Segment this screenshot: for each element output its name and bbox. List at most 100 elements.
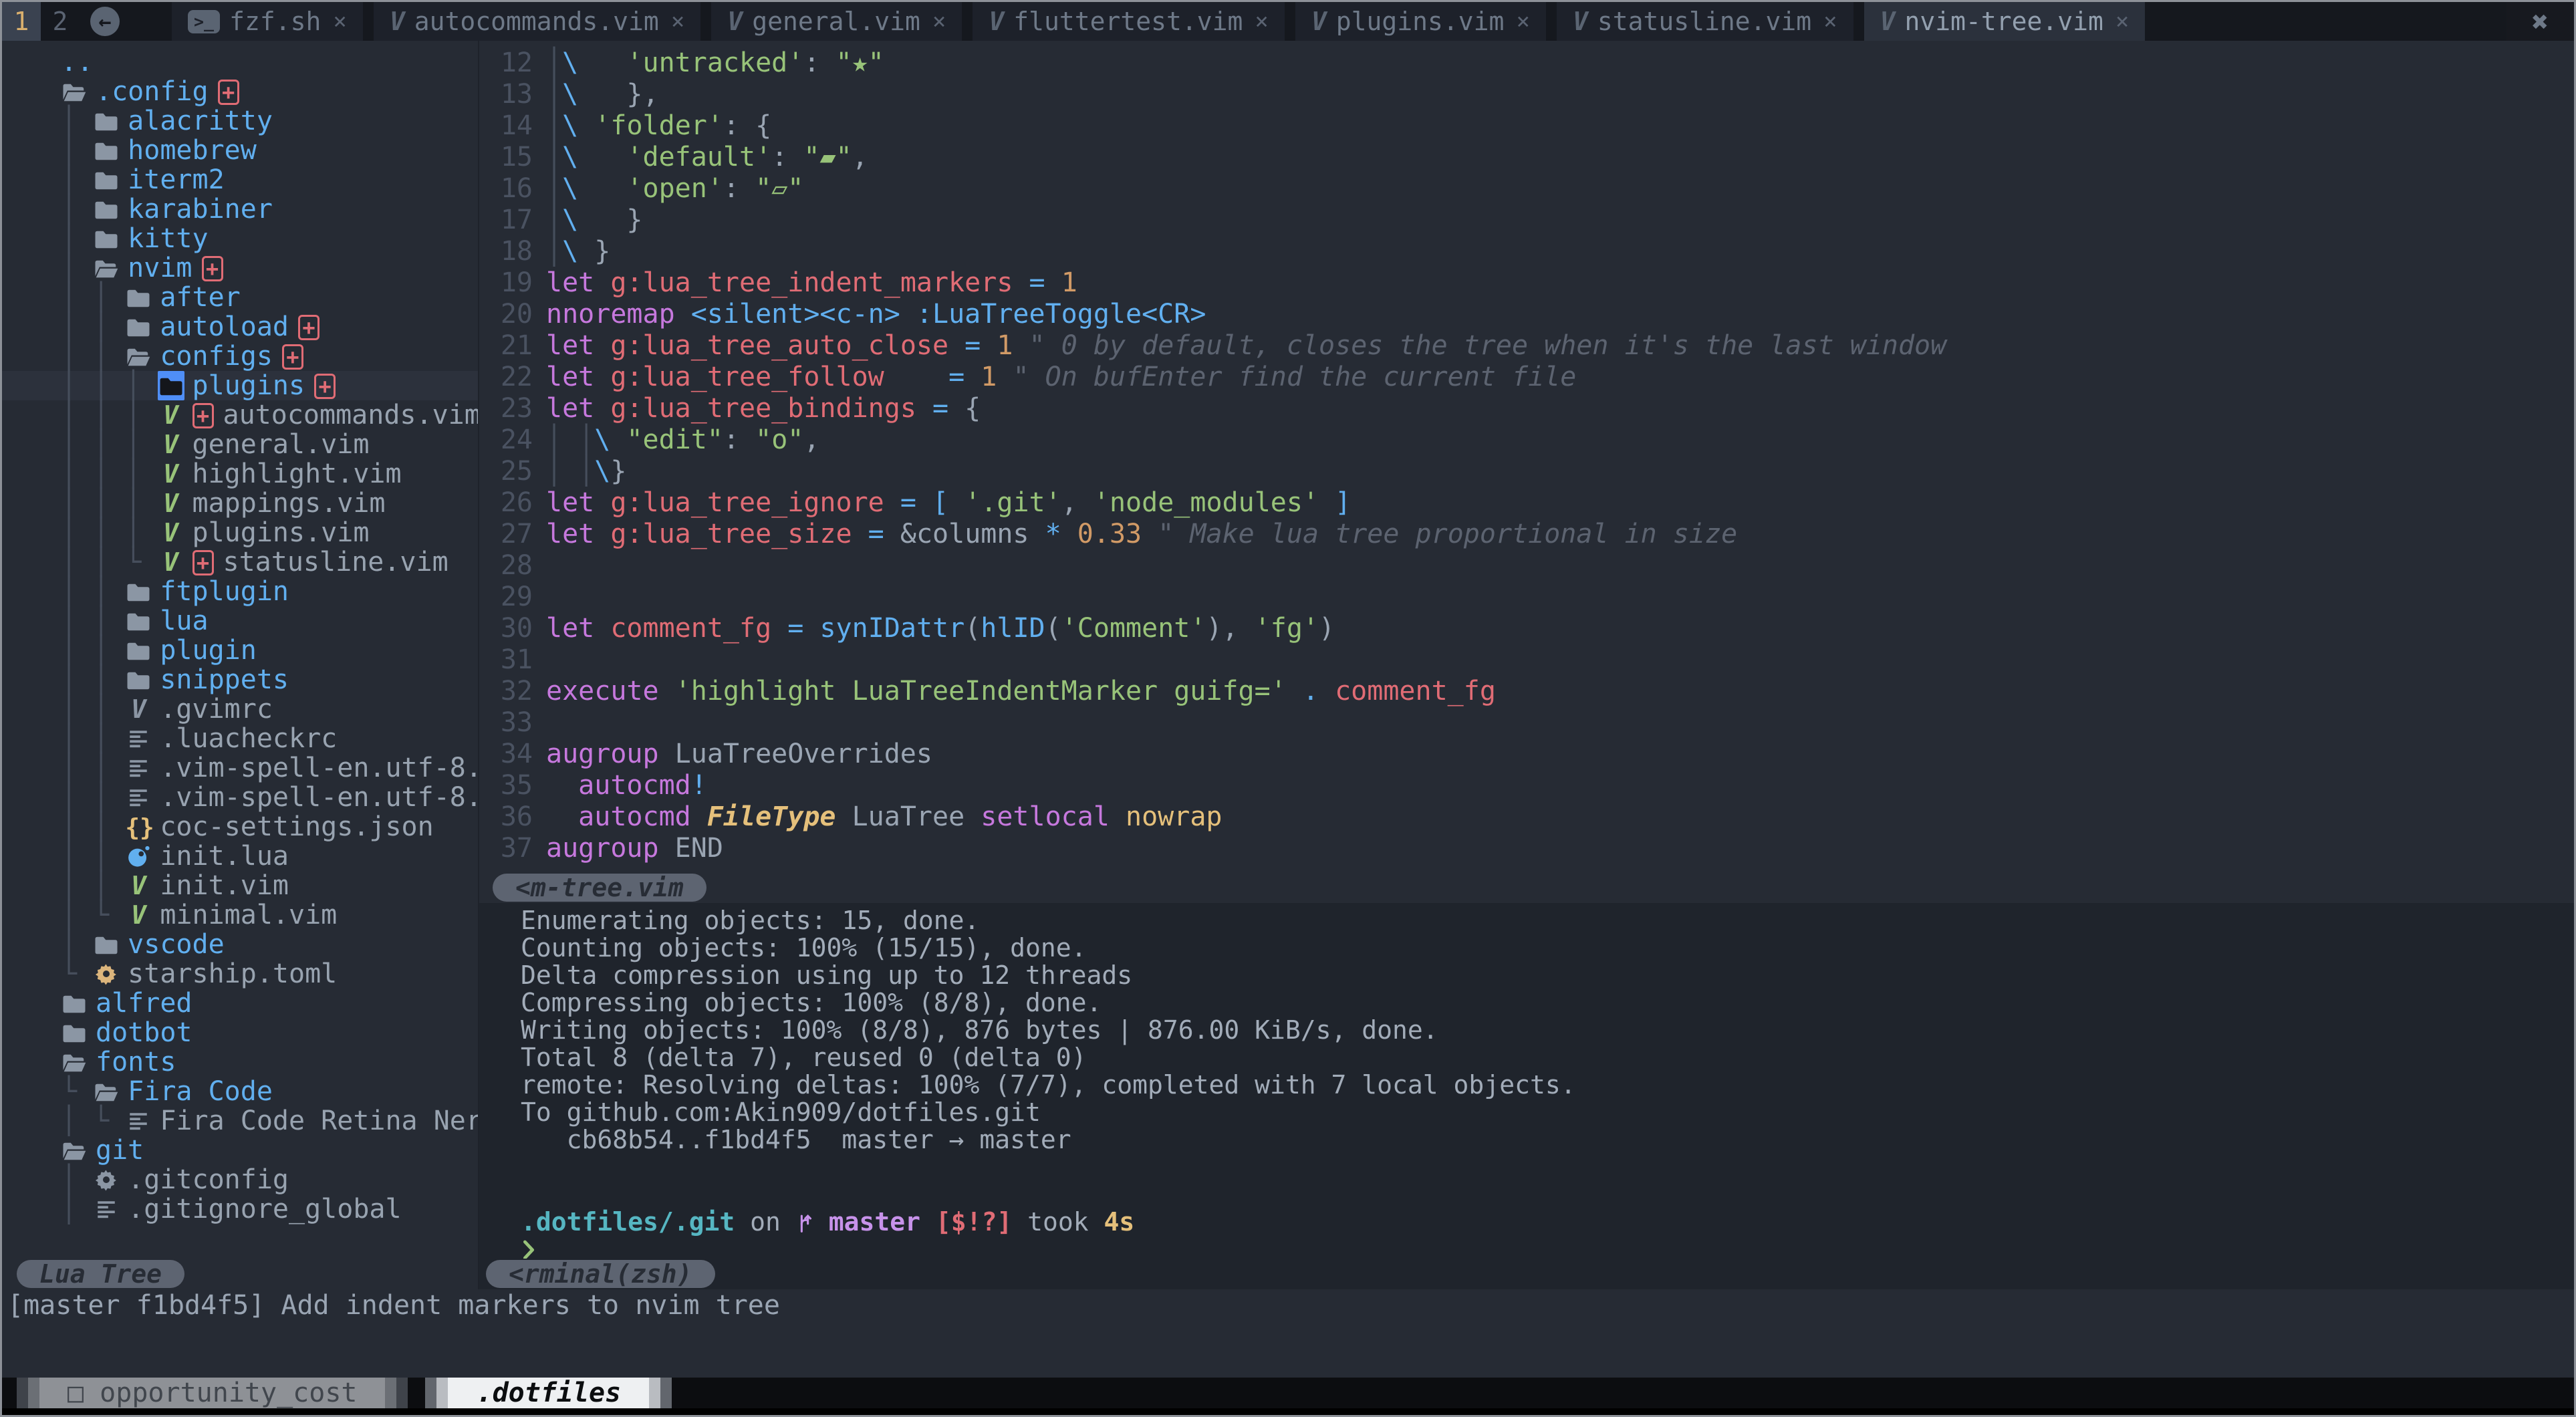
tree-item-homebrew[interactable]: │ homebrew <box>2 136 478 165</box>
tree-item-general.vim[interactable]: │ │ │ Vgeneral.vim <box>2 430 478 459</box>
tree-item-iterm2[interactable]: │ iterm2 <box>2 165 478 195</box>
tree-item-plugins[interactable]: │ │ │ plugins+ <box>2 371 478 400</box>
tree-item-alfred[interactable]: alfred <box>2 989 478 1018</box>
editor-column: 12│\ 'untracked': "★"13│\ },14│\ 'folder… <box>479 41 2574 1289</box>
editor-pane[interactable]: 12│\ 'untracked': "★"13│\ },14│\ 'folder… <box>479 41 2574 872</box>
tab-general.vim[interactable]: Vgeneral.vim× <box>711 2 962 41</box>
tree-statusline: Lua Tree <box>2 1259 478 1289</box>
tab-close-icon[interactable]: × <box>333 8 346 35</box>
indent-guide: │ <box>61 929 93 960</box>
tab-fluttertest.vim[interactable]: Vfluttertest.vim× <box>973 2 1285 41</box>
tree-item-coc-settings.json[interactable]: │ │ {}coc-settings.json <box>2 812 478 842</box>
tree-item-kitty[interactable]: │ kitty <box>2 224 478 253</box>
tab-close-icon[interactable]: × <box>1255 8 1268 35</box>
tree-item-ftplugin[interactable]: │ │ ftplugin <box>2 577 478 606</box>
tree-item-label: iterm2 <box>128 164 225 195</box>
tree-item-label: kitty <box>128 223 208 254</box>
tree-item-dotbot[interactable]: dotbot <box>2 1018 478 1047</box>
vim-file-icon: V <box>125 871 152 900</box>
tmux-status-bar: □ opportunity_cost .dotfiles <box>2 1378 2574 1408</box>
indent-guide: │ │ <box>61 753 125 783</box>
folder-cursor-icon <box>158 371 184 400</box>
folder-closed-icon <box>125 312 152 342</box>
terminal-line <box>521 1181 2574 1208</box>
tree-item-statusline.vim[interactable]: │ │ └ V+statusline.vim <box>2 547 478 577</box>
tab-autocommands.vim[interactable]: Vautocommands.vim× <box>374 2 700 41</box>
tree-item-lua[interactable]: │ │ lua <box>2 606 478 636</box>
folder-closed-icon <box>125 606 152 636</box>
tree-item-mappings.vim[interactable]: │ │ │ Vmappings.vim <box>2 489 478 518</box>
tree-item-.vim-spell-en.utf-8.[interactable]: │ │ .vim-spell-en.utf-8. <box>2 783 478 812</box>
tree-item-snippets[interactable]: │ │ snippets <box>2 665 478 694</box>
tab-close-icon[interactable]: × <box>1823 8 1837 35</box>
tree-item-nvim[interactable]: │ nvim+ <box>2 253 478 283</box>
tree-item-init.lua[interactable]: │ │ init.lua <box>2 842 478 871</box>
vim-icon: V <box>989 7 1004 36</box>
tree-item-.vim-spell-en.utf-8.[interactable]: │ │ .vim-spell-en.utf-8. <box>2 753 478 783</box>
tree-item-..[interactable]: .. <box>2 47 478 77</box>
indent-guide: │ │ <box>61 723 125 754</box>
code-line-34: 34augroup LuaTreeOverrides <box>479 739 2574 770</box>
back-arrow-icon[interactable]: ← <box>90 7 120 36</box>
git-changed-badge: + <box>218 80 239 105</box>
tree-item-.config[interactable]: .config+ <box>2 77 478 106</box>
tab-number-1[interactable]: 1 <box>2 2 41 41</box>
line-number: 26 <box>479 487 546 519</box>
json-icon: {} <box>125 812 152 843</box>
indent-guide: └ <box>61 1076 93 1107</box>
tab-close-icon[interactable]: × <box>671 8 684 35</box>
tree-item-karabiner[interactable]: │ karabiner <box>2 195 478 224</box>
tree-item-label: starship.toml <box>128 958 337 989</box>
tab-label: plugins.vim <box>1336 7 1505 36</box>
indent-guide: │ <box>61 194 93 225</box>
tab-label: autocommands.vim <box>414 7 659 36</box>
code-line-31: 31 <box>479 644 2574 676</box>
close-all-icon[interactable]: ✖ <box>2506 2 2574 41</box>
tree-item-fonts[interactable]: fonts <box>2 1047 478 1077</box>
tab-fzf.sh[interactable]: >_fzf.sh× <box>172 2 363 41</box>
tree-item-autoload[interactable]: │ │ autoload+ <box>2 312 478 342</box>
tab-label: statusline.vim <box>1597 7 1811 36</box>
code-line-20: 20nnoremap <silent><c-n> :LuaTreeToggle<… <box>479 299 2574 330</box>
tab-nvim-tree.vim[interactable]: Vnvim-tree.vim× <box>1864 2 2146 41</box>
tree-item-after[interactable]: │ │ after <box>2 283 478 312</box>
tree-item-init.vim[interactable]: │ │ Vinit.vim <box>2 871 478 900</box>
tab-close-icon[interactable]: × <box>1516 8 1529 35</box>
tmux-window-.dotfiles[interactable]: .dotfiles <box>425 1378 672 1408</box>
tab-statusline.vim[interactable]: Vstatusline.vim× <box>1557 2 1853 41</box>
code-line-24: 24│ │\ "edit": "o", <box>479 424 2574 456</box>
code-area: 12│\ 'untracked': "★"13│\ },14│\ 'folder… <box>479 47 2574 864</box>
indent-guide: │ │ <box>61 694 125 725</box>
tree-item-starship.toml[interactable]: └ starship.toml <box>2 959 478 989</box>
tmux-window--opportunity_cost[interactable]: □ opportunity_cost <box>17 1378 408 1408</box>
tree-item-.gitignore-global[interactable]: │ .gitignore_global <box>2 1194 478 1224</box>
tree-item-plugins.vim[interactable]: │ │ │ Vplugins.vim <box>2 518 478 547</box>
tree-item-fira-code[interactable]: └ Fira Code <box>2 1077 478 1106</box>
tree-item-.gvimrc[interactable]: │ │ V.gvimrc <box>2 694 478 724</box>
tree-item-.gitconfig[interactable]: │ .gitconfig <box>2 1165 478 1194</box>
tree-item-label: nvim <box>128 253 192 283</box>
tree-item-configs[interactable]: │ │ configs+ <box>2 342 478 371</box>
code-line-19: 19let g:lua_tree_indent_markers = 1 <box>479 267 2574 299</box>
tree-item-minimal.vim[interactable]: │ └ Vminimal.vim <box>2 900 478 930</box>
tree-item-highlight.vim[interactable]: │ │ │ Vhighlight.vim <box>2 459 478 489</box>
tmux-window-label: .dotfiles <box>448 1378 649 1408</box>
prompt-cwd: .dotfiles/.git <box>521 1207 735 1237</box>
tab-close-icon[interactable]: × <box>932 8 946 35</box>
tab-plugins.vim[interactable]: Vplugins.vim× <box>1295 2 1546 41</box>
tree-item-git[interactable]: git <box>2 1136 478 1165</box>
tab-number-2[interactable]: 2 <box>41 2 80 41</box>
tree-item-vscode[interactable]: │ vscode <box>2 930 478 959</box>
tree-item-autocommands.vim[interactable]: │ │ │ V+autocommands.vim <box>2 400 478 430</box>
list-file-icon <box>93 1194 120 1224</box>
terminal-line <box>521 1154 2574 1181</box>
folder-closed-icon <box>61 989 88 1018</box>
folder-open-icon <box>61 77 88 106</box>
tab-close-icon[interactable]: × <box>2115 8 2129 35</box>
lua-icon <box>125 842 152 871</box>
tree-item-fira-code-retina-ner[interactable]: │ └ Fira Code Retina Ner <box>2 1106 478 1136</box>
tree-item-.luacheckrc[interactable]: │ │ .luacheckrc <box>2 724 478 753</box>
terminal-pane[interactable]: Enumerating objects: 15, done.Counting o… <box>479 903 2574 1259</box>
tree-item-plugin[interactable]: │ │ plugin <box>2 636 478 665</box>
tree-item-alacritty[interactable]: │ alacritty <box>2 106 478 136</box>
